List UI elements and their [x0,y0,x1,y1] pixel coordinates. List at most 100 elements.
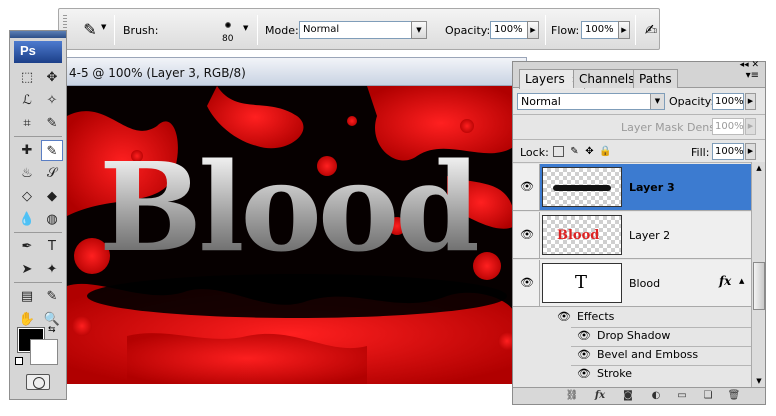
layer-row-layer-3[interactable]: 👁 Layer 3 [513,164,751,211]
effect-name: Stroke [596,367,633,380]
eye-icon[interactable]: 👁 [557,310,571,323]
layer-name[interactable]: Layer 3 [629,181,675,194]
blur-icon[interactable]: 💧 [16,209,38,230]
eye-icon[interactable]: 👁 [577,348,591,361]
visibility-cell[interactable]: 👁 [513,260,540,306]
add-mask-icon[interactable]: ◙ [621,390,635,402]
eye-icon[interactable]: 👁 [520,228,534,241]
panel-collapse-icon[interactable]: ◂◂ ✕ [740,60,759,70]
photoshop-logo[interactable]: Ps [14,41,62,63]
layers-panel-header: Layers ✕ Channels Paths ◂◂ ✕ ▾≡ [513,60,765,89]
pen-icon[interactable]: ✒ [16,236,38,257]
brush-icon[interactable]: ✎ [41,140,63,161]
layer-thumbnail [542,167,622,207]
visibility-cell[interactable]: 👁 [513,164,540,210]
layer-name[interactable]: Blood [629,277,660,290]
document-canvas[interactable]: Blood [67,86,515,384]
brush-picker-dropdown-icon[interactable]: ▼ [243,24,248,32]
layer-opacity-input[interactable]: 100% [712,93,744,110]
layer-opacity-label: Opacity: [669,95,715,108]
blend-mode-select[interactable]: Normal [517,93,665,110]
airbrush-icon[interactable]: ✍ [640,18,662,42]
eye-icon[interactable]: 👁 [520,180,534,193]
new-group-icon[interactable]: ▭ [675,390,689,402]
default-colors-icon[interactable] [15,357,23,365]
lock-image-icon[interactable]: ✎ [569,146,580,157]
shape-icon[interactable]: ✦ [41,259,63,280]
tool-separator [14,136,62,137]
lock-all-icon[interactable]: 🔒 [599,146,611,157]
background-color-swatch[interactable] [30,339,58,365]
eye-icon[interactable]: 👁 [520,276,534,289]
brush-size-value: 80 [222,34,234,44]
link-layers-icon[interactable]: ⛓ [565,390,579,402]
marquee-icon[interactable]: ⬚ [16,67,38,88]
fill-arrow-icon[interactable]: ▶ [745,143,756,160]
flow-slider-arrow-icon[interactable]: ▶ [618,21,630,39]
effect-row-stroke[interactable]: 👁 Stroke [577,367,632,386]
add-layer-style-icon[interactable]: fx [593,390,607,402]
brush-preview-icon[interactable] [225,22,231,28]
tool-preset-dropdown-icon[interactable]: ▼ [101,23,106,31]
brush-tool-preset-icon[interactable]: ✎ [77,17,103,43]
eyedropper-icon[interactable]: ✎ [41,286,63,307]
blood-text-artwork: Blood [99,135,481,279]
move-icon[interactable]: ✥ [41,67,63,88]
divider [571,346,751,347]
magic-wand-icon[interactable]: ✧ [41,90,63,111]
visibility-cell[interactable]: 👁 [513,212,540,258]
path-selection-icon[interactable]: ➤ [16,259,38,280]
document-titlebar[interactable]: 4-5 @ 100% (Layer 3, RGB/8) [67,57,527,86]
lasso-icon[interactable]: ℒ [16,90,38,111]
swap-colors-icon[interactable]: ⇆ [48,325,56,335]
layers-scrollbar[interactable]: ▲ ▼ [751,162,765,389]
tab-paths[interactable]: Paths [633,69,678,88]
eye-icon[interactable]: 👁 [577,367,591,380]
document-title: 4-5 @ 100% (Layer 3, RGB/8) [69,66,246,80]
healing-brush-icon[interactable]: ✚ [16,140,38,161]
layer-name[interactable]: Layer 2 [629,229,670,242]
layer-row-blood[interactable]: 👁 T Blood fx ▲ [513,260,751,307]
layer-thumbnail: Blood [542,215,622,255]
blend-mode-dropdown-icon[interactable]: ▼ [650,94,664,109]
eyedropper-slice-icon[interactable]: ✎ [41,113,63,134]
layer-effects-fx-icon[interactable]: fx [719,274,731,288]
divider [571,327,751,328]
quick-mask-icon[interactable] [26,374,50,390]
notes-icon[interactable]: ▤ [16,286,38,307]
history-brush-icon[interactable]: 𝒮 [41,163,63,184]
lock-transparent-icon[interactable] [553,146,564,157]
mode-select[interactable]: Normal [299,21,427,39]
dodge-icon[interactable]: ◍ [41,209,63,230]
mask-density-arrow-icon: ▶ [745,118,756,135]
expand-effects-icon[interactable]: ▲ [739,277,744,285]
flow-input[interactable]: 100% [581,21,619,39]
lock-position-icon[interactable]: ✥ [584,146,595,157]
layer-thumbnail-text: Blood [557,228,600,243]
eraser-icon[interactable]: ◇ [16,186,38,207]
clone-stamp-icon[interactable]: ♨ [16,163,38,184]
adjustment-layer-icon[interactable]: ◐ [649,390,663,402]
layer-row-layer-2[interactable]: 👁 Blood Layer 2 [513,212,751,259]
type-icon[interactable]: T [41,236,63,257]
scroll-up-icon[interactable]: ▲ [753,163,765,173]
scrollbar-thumb[interactable] [753,262,765,310]
paint-bucket-icon[interactable]: ◆ [41,186,63,207]
tab-channels[interactable]: Channels [573,69,641,88]
opacity-slider-arrow-icon[interactable]: ▶ [527,21,539,39]
crop-icon[interactable]: ⌗ [16,113,38,134]
tools-panel: Ps ⬚ ✥ ℒ ✧ ⌗ ✎ ✚ ✎ ♨ 𝒮 ◇ ◆ 💧 ◍ ✒ T ➤ ✦ ▤ ✎ ✋ 🔍 ⇆ [9,30,67,400]
new-layer-icon[interactable]: ❏ [701,390,715,402]
layer-opacity-arrow-icon[interactable]: ▶ [745,93,756,110]
panel-menu-icon[interactable]: ▾≡ [746,70,759,81]
delete-layer-icon[interactable]: 🗑 [727,390,741,402]
tab-channels-label: Channels [579,72,635,86]
mode-dropdown-icon[interactable]: ▼ [411,21,427,39]
opacity-input[interactable]: 100% [490,21,528,39]
tab-paths-label: Paths [639,72,672,86]
tools-panel-titlebar[interactable] [10,31,66,38]
eye-icon[interactable]: 👁 [577,329,591,342]
scroll-down-icon[interactable]: ▼ [753,376,765,386]
fill-input[interactable]: 100% [712,143,744,160]
hand-icon[interactable]: ✋ [16,309,38,330]
